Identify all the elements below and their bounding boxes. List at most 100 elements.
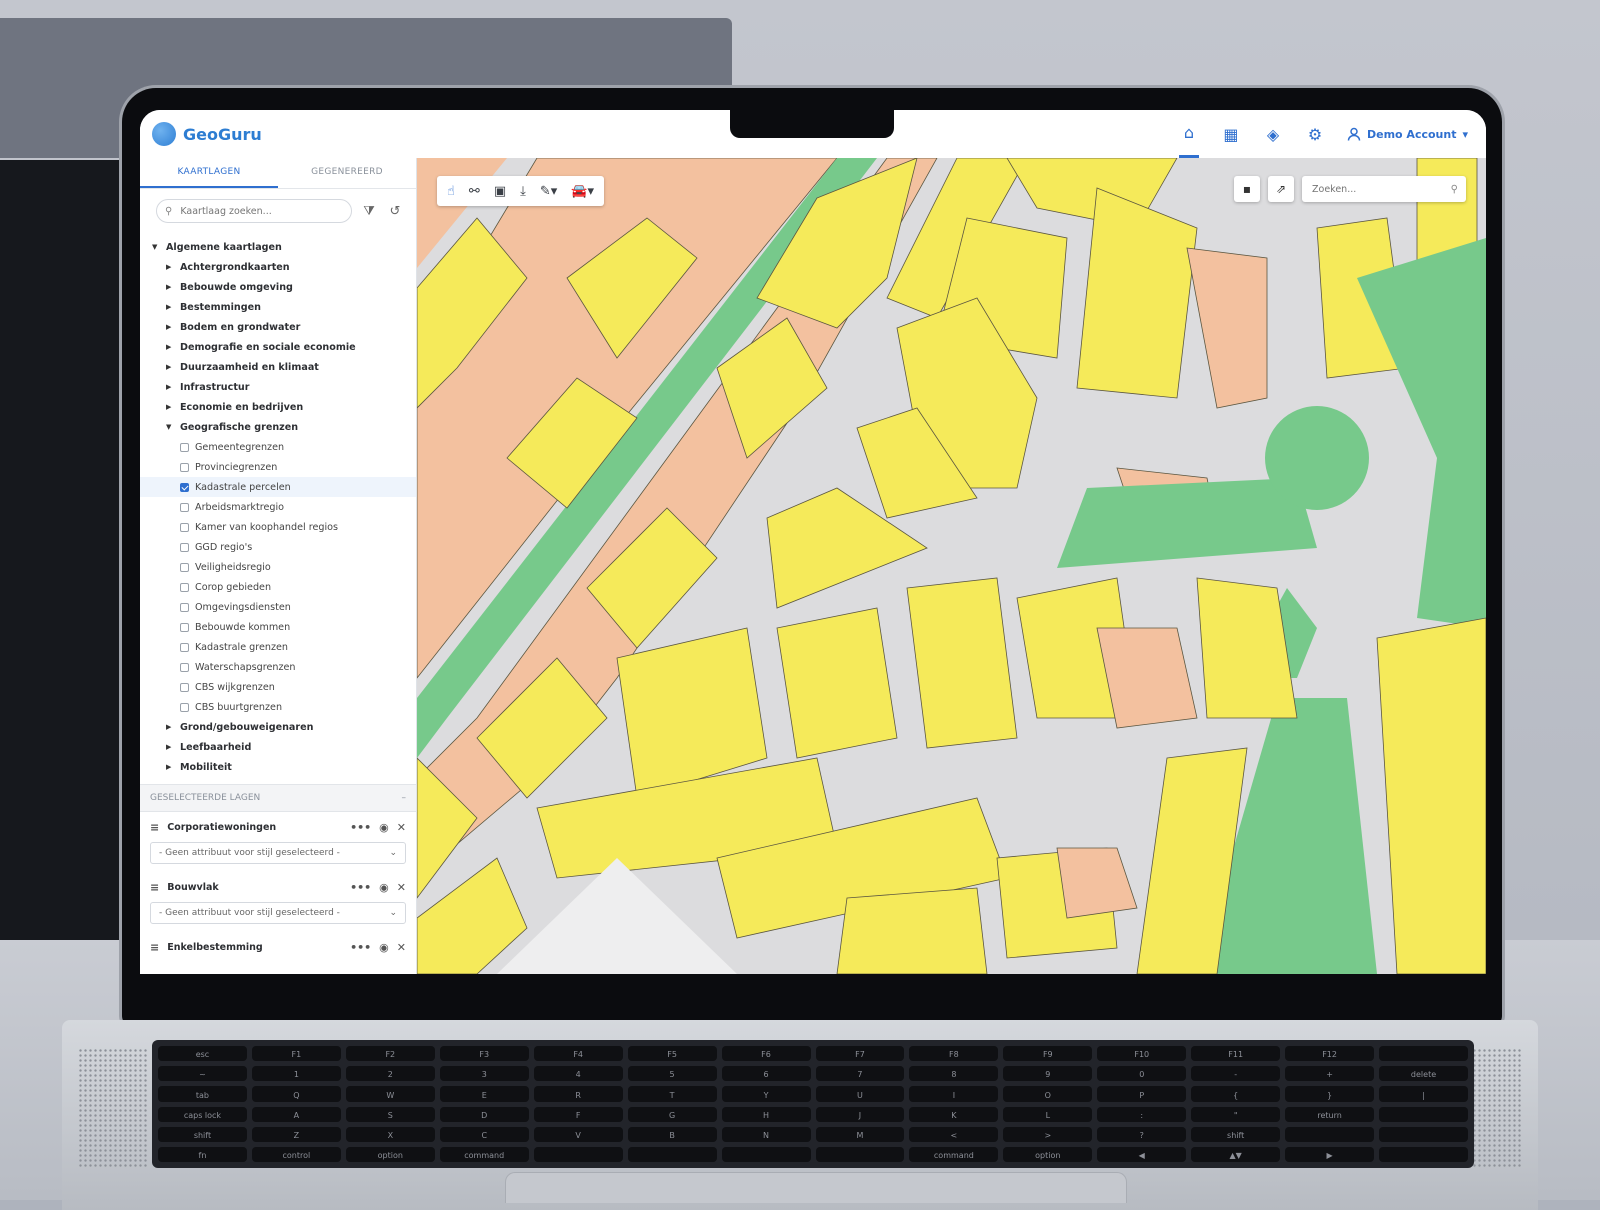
caret-down-icon[interactable]: ▼ — [152, 243, 160, 251]
collapse-icon[interactable]: – — [402, 793, 407, 803]
layer-checkbox[interactable] — [180, 642, 189, 652]
caret-right-icon[interactable]: ▶ — [166, 323, 174, 331]
filter-icon[interactable]: ⧩ — [360, 204, 378, 219]
keyboard-key: ~ — [158, 1066, 247, 1082]
tree-group[interactable]: ▶ Duurzaamheid en klimaat — [152, 357, 416, 377]
tree-layer[interactable]: Omgevingsdiensten — [152, 597, 416, 617]
selected-layers-header[interactable]: GESELECTEERDE LAGEN – — [140, 784, 416, 812]
tree-layer[interactable]: Kamer van koophandel regios — [152, 517, 416, 537]
more-options-icon[interactable]: ••• — [350, 941, 371, 954]
tree-group[interactable]: ▶ Achtergrondkaarten — [152, 257, 416, 277]
tree-layer[interactable]: Kadastrale grenzen — [152, 637, 416, 657]
tree-layer[interactable]: Arbeidsmarktregio — [152, 497, 416, 517]
caret-right-icon[interactable]: ▶ — [166, 263, 174, 271]
drag-handle-icon[interactable]: ≡ — [150, 941, 159, 954]
account-menu[interactable]: Demo Account ▾ — [1347, 127, 1468, 141]
keyboard-key: ◀ — [1097, 1146, 1187, 1162]
drag-handle-icon[interactable]: ≡ — [150, 821, 159, 834]
caret-right-icon[interactable]: ▶ — [166, 283, 174, 291]
tree-group[interactable]: ▶ Bodem en grondwater — [152, 317, 416, 337]
route-icon[interactable]: ⚯ — [469, 184, 480, 199]
pointer-icon[interactable]: ☝ — [447, 184, 455, 199]
caret-right-icon[interactable]: ▶ — [166, 363, 174, 371]
tree-layer[interactable]: Kadastrale percelen — [140, 477, 416, 497]
more-options-icon[interactable]: ••• — [350, 821, 371, 834]
eye-icon[interactable]: ◉ — [379, 881, 389, 894]
eye-icon[interactable]: ◉ — [379, 821, 389, 834]
tree-layer[interactable]: Veiligheidsregio — [152, 557, 416, 577]
layer-checkbox[interactable] — [180, 582, 189, 592]
layers-icon[interactable]: ◈ — [1263, 110, 1283, 158]
reset-icon[interactable]: ↺ — [386, 204, 404, 219]
tab-gegenereerd[interactable]: GEGENEREERD — [278, 158, 416, 188]
drag-handle-icon[interactable]: ≡ — [150, 881, 159, 894]
tree-layer[interactable]: Corop gebieden — [152, 577, 416, 597]
map-canvas[interactable]: ☝ ⚯ ▣ ⤓ ✎▾ 🚘▾ ▪ ⇗ ⚲ — [417, 158, 1486, 974]
caret-right-icon[interactable]: ▶ — [166, 383, 174, 391]
tree-layer[interactable]: Provinciegrenzen — [152, 457, 416, 477]
close-icon[interactable]: ✕ — [397, 941, 406, 954]
tree-group[interactable]: ▶ Infrastructur — [152, 377, 416, 397]
calculator-icon[interactable]: ▦ — [1221, 110, 1241, 158]
layer-checkbox[interactable] — [180, 522, 189, 532]
share-icon[interactable]: ⇗ — [1268, 176, 1294, 202]
caret-right-icon[interactable]: ▶ — [166, 343, 174, 351]
tree-group[interactable]: ▶ Economie en bedrijven — [152, 397, 416, 417]
layer-checkbox[interactable] — [180, 562, 189, 572]
layer-checkbox[interactable] — [180, 502, 189, 512]
tree-layer[interactable]: GGD regio's — [152, 537, 416, 557]
caret-right-icon[interactable]: ▶ — [166, 763, 174, 771]
tree-layer[interactable]: CBS wijkgrenzen — [152, 677, 416, 697]
layer-checkbox[interactable] — [180, 662, 189, 672]
home-icon[interactable]: ⌂ — [1178, 110, 1199, 158]
select-area-icon[interactable]: ▣ — [494, 184, 506, 199]
keyboard-key: 0 — [1097, 1066, 1187, 1082]
tree-layer[interactable]: Waterschapsgrenzen — [152, 657, 416, 677]
layer-checkbox[interactable] — [180, 542, 189, 552]
keyboard-key: I — [909, 1086, 999, 1102]
caret-right-icon[interactable]: ▶ — [166, 403, 174, 411]
close-icon[interactable]: ✕ — [397, 821, 406, 834]
app-logo[interactable]: GeoGuru — [152, 122, 262, 146]
tree-group[interactable]: ▶ Bebouwde omgeving — [152, 277, 416, 297]
gear-icon[interactable]: ⚙ — [1305, 110, 1325, 158]
keyboard-key: - — [1191, 1066, 1281, 1082]
caret-right-icon[interactable]: ▶ — [166, 303, 174, 311]
layer-checkbox[interactable] — [180, 482, 189, 492]
eye-icon[interactable]: ◉ — [379, 941, 389, 954]
layer-checkbox[interactable] — [180, 602, 189, 612]
layer-checkbox[interactable] — [180, 462, 189, 472]
layer-checkbox[interactable] — [180, 702, 189, 712]
car-icon[interactable]: 🚘▾ — [571, 184, 594, 199]
tree-group-root[interactable]: ▼ Algemene kaartlagen — [152, 237, 416, 257]
caret-right-icon[interactable]: ▶ — [166, 723, 174, 731]
layer-checkbox[interactable] — [180, 682, 189, 692]
keyboard-key: O — [1003, 1086, 1093, 1102]
close-icon[interactable]: ✕ — [397, 881, 406, 894]
tab-kaartlagen[interactable]: KAARTLAGEN — [140, 158, 278, 188]
sidebar-tabs: KAARTLAGEN GEGENEREERD — [140, 158, 416, 189]
layer-checkbox[interactable] — [180, 442, 189, 452]
map-search-input[interactable] — [1310, 182, 1434, 196]
caret-down-icon[interactable]: ▼ — [166, 423, 174, 431]
style-attribute-select[interactable]: - Geen attribuut voor stijl geselecteerd… — [150, 902, 406, 924]
tree-group[interactable]: ▶ Bestemmingen — [152, 297, 416, 317]
tree-layer[interactable]: Bebouwde kommen — [152, 617, 416, 637]
tree-group[interactable]: ▶ Leefbaarheid — [152, 737, 416, 757]
save-icon[interactable]: ▪ — [1234, 176, 1260, 202]
layer-checkbox[interactable] — [180, 622, 189, 632]
tree-layer[interactable]: CBS buurtgrenzen — [152, 697, 416, 717]
more-options-icon[interactable]: ••• — [350, 881, 371, 894]
tree-layer[interactable]: Gemeentegrenzen — [152, 437, 416, 457]
ruler-icon[interactable]: ✎▾ — [540, 184, 557, 199]
tree-group[interactable]: ▶ Grond/gebouweigenaren — [152, 717, 416, 737]
tree-group-expanded[interactable]: ▼ Geografische grenzen — [152, 417, 416, 437]
tree-group[interactable]: ▶ Mobiliteit — [152, 757, 416, 777]
keyboard-key — [1379, 1046, 1468, 1062]
search-icon[interactable]: ⚲ — [1451, 184, 1458, 195]
download-icon[interactable]: ⤓ — [520, 184, 526, 199]
caret-right-icon[interactable]: ▶ — [166, 743, 174, 751]
style-attribute-select[interactable]: - Geen attribuut voor stijl geselecteerd… — [150, 842, 406, 864]
tree-group[interactable]: ▶ Demografie en sociale economie — [152, 337, 416, 357]
layer-search-input[interactable] — [178, 204, 323, 218]
